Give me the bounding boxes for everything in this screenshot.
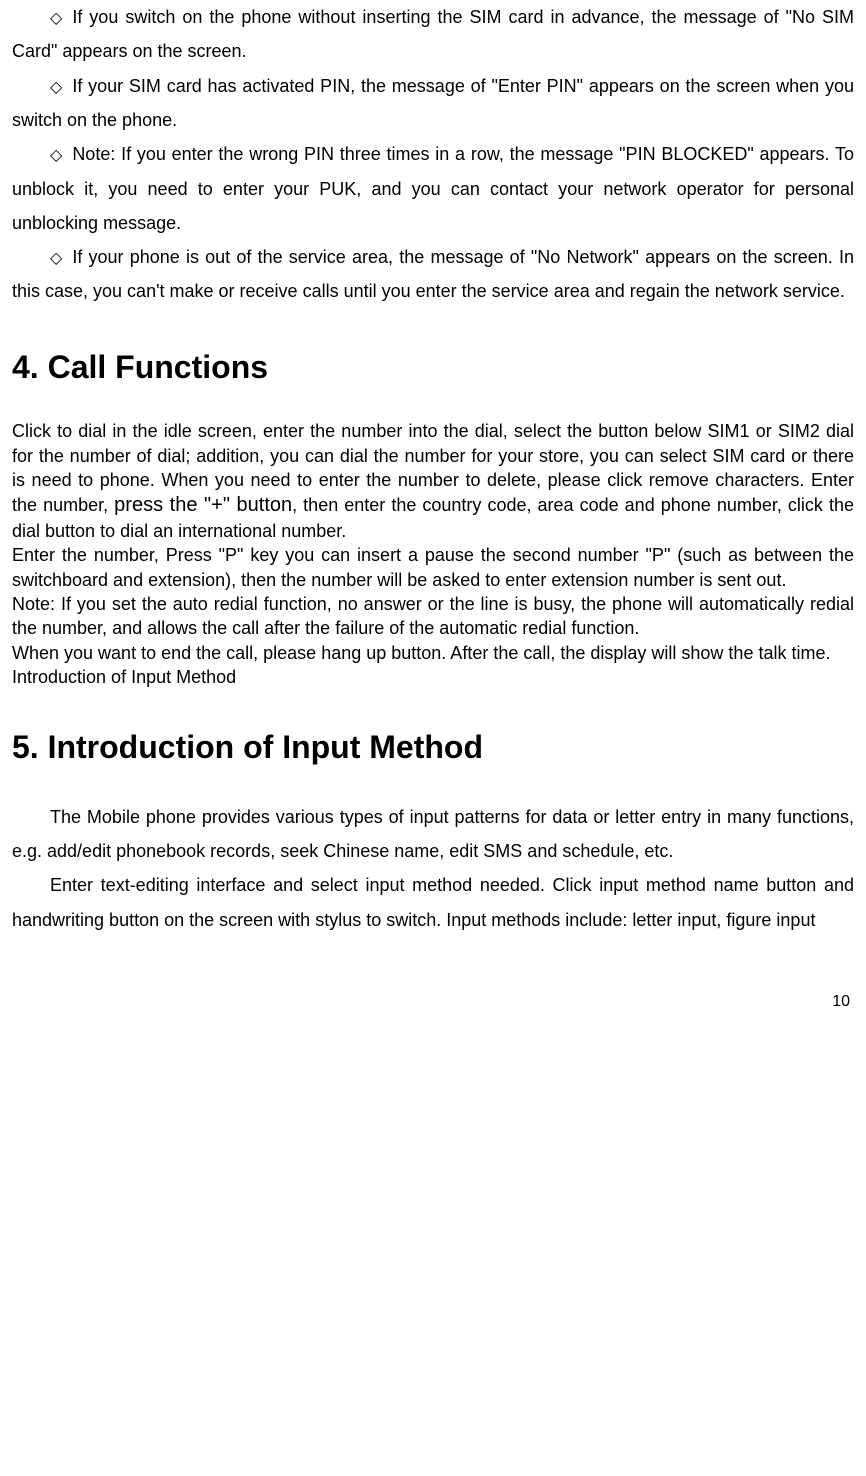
document-page: ◇If you switch on the phone without inse… — [0, 0, 866, 1027]
bullet-text-3: Note: If you enter the wrong PIN three t… — [12, 144, 854, 233]
bullet-item-2: ◇If your SIM card has activated PIN, the… — [12, 69, 854, 138]
call-functions-paragraph-2: Enter the number, Press "P" key you can … — [12, 543, 854, 592]
call-functions-paragraph-3: Note: If you set the auto redial functio… — [12, 592, 854, 641]
diamond-icon: ◇ — [50, 244, 62, 274]
bullet-item-3: ◇Note: If you enter the wrong PIN three … — [12, 137, 854, 240]
input-method-paragraph-2: Enter text-editing interface and select … — [12, 868, 854, 936]
bullet-text-2: If your SIM card has activated PIN, the … — [12, 76, 854, 130]
diamond-icon: ◇ — [50, 73, 62, 103]
call-functions-paragraph-5: Introduction of Input Method — [12, 665, 854, 689]
page-number: 10 — [12, 987, 854, 1017]
heading-input-method: 5. Introduction of Input Method — [12, 717, 854, 778]
bullet-item-1: ◇If you switch on the phone without inse… — [12, 0, 854, 69]
bullet-text-1: If you switch on the phone without inser… — [12, 7, 854, 61]
bullet-text-4: If your phone is out of the service area… — [12, 247, 854, 301]
heading-call-functions: 4. Call Functions — [12, 337, 854, 398]
diamond-icon: ◇ — [50, 4, 62, 34]
press-plus-button-text: press the "+" button — [114, 494, 292, 516]
input-method-paragraph-1: The Mobile phone provides various types … — [12, 800, 854, 868]
call-functions-paragraph-1: Click to dial in the idle screen, enter … — [12, 419, 854, 543]
diamond-icon: ◇ — [50, 141, 62, 171]
call-functions-paragraph-4: When you want to end the call, please ha… — [12, 641, 854, 665]
bullet-item-4: ◇If your phone is out of the service are… — [12, 240, 854, 309]
